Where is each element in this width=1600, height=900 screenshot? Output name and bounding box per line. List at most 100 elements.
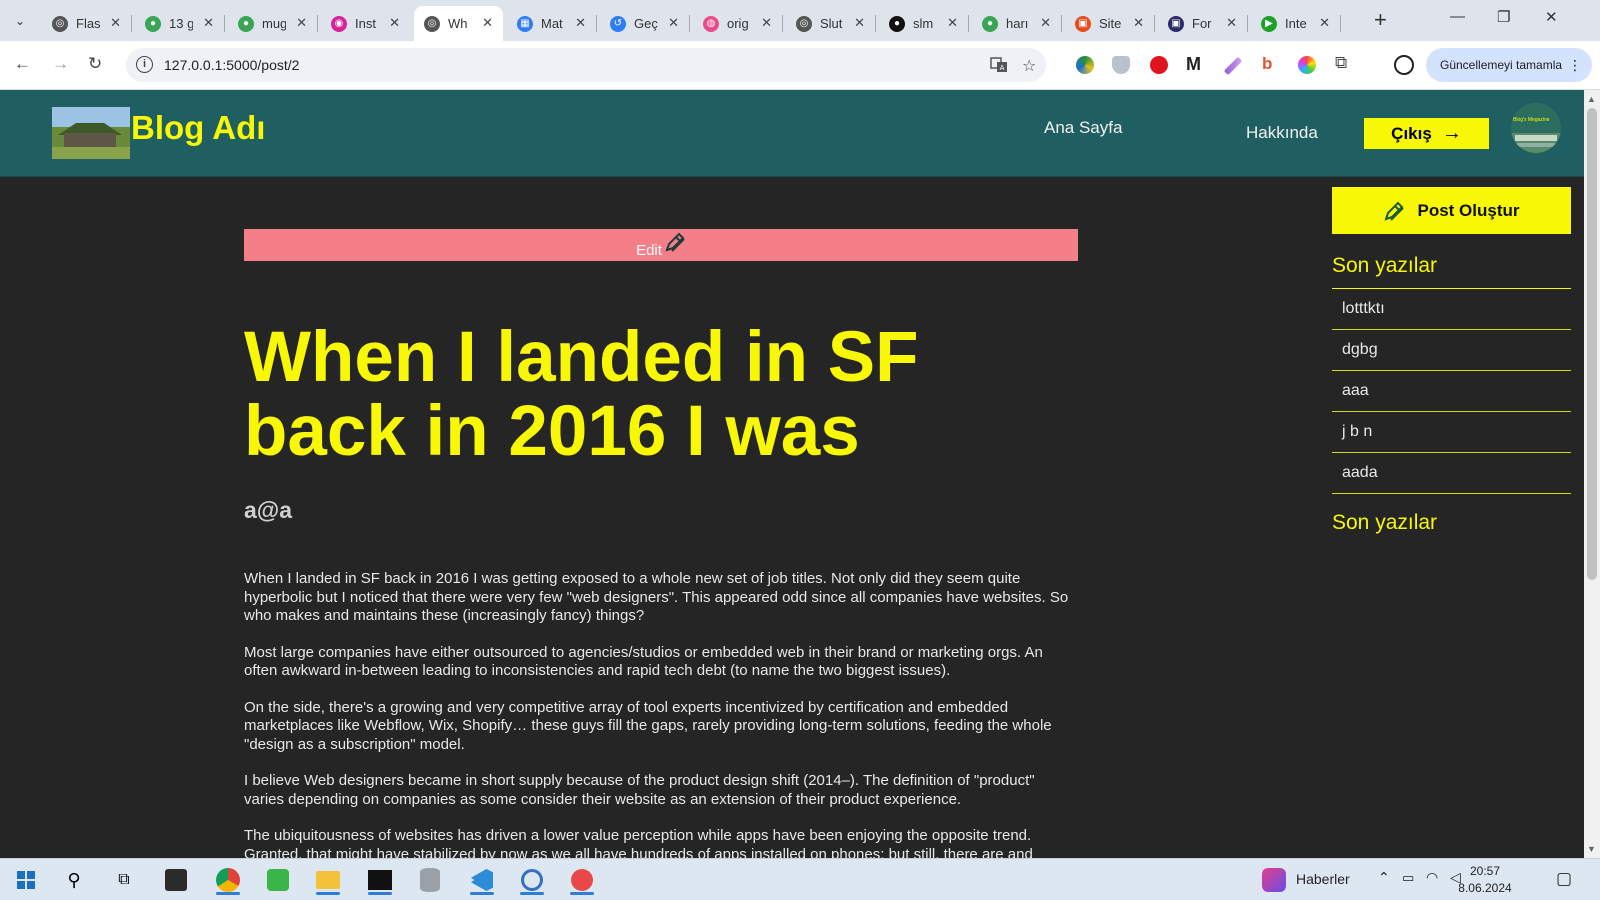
post-paragraph: When I landed in SF back in 2016 I was g… [244, 570, 1069, 624]
nav-link-about[interactable]: Hakkında [1246, 123, 1318, 143]
restore-button[interactable]: ❐ [1497, 8, 1510, 26]
close-tab-icon[interactable]: ✕ [668, 15, 679, 31]
browser-tab[interactable]: ◎ Flas ✕ [42, 6, 132, 41]
extension-b-icon[interactable]: b [1262, 55, 1280, 73]
notifications-icon[interactable]: ▢ [1556, 869, 1572, 889]
recent-post-link[interactable]: lotttktı [1332, 289, 1571, 330]
extension-m-icon[interactable]: M [1186, 55, 1204, 73]
close-tab-icon[interactable]: ✕ [761, 15, 772, 31]
web-app-icon[interactable] [516, 864, 548, 896]
chrome-icon[interactable] [212, 864, 244, 896]
windows-start-icon[interactable] [10, 864, 42, 896]
browser-tab[interactable]: ◉ Inst ✕ [321, 6, 410, 41]
close-tab-icon[interactable]: ✕ [110, 15, 121, 31]
chevron-down-icon: ⌄ [14, 14, 26, 28]
code-editor-icon[interactable] [262, 864, 294, 896]
extension-opera-icon[interactable] [1150, 56, 1168, 74]
paint-icon[interactable] [566, 864, 598, 896]
reload-icon[interactable]: ↻ [88, 54, 102, 74]
close-tab-icon[interactable]: ✕ [482, 15, 493, 31]
avatar[interactable]: Blog's Megazine [1511, 103, 1561, 153]
recent-post-link[interactable]: j b n [1332, 412, 1571, 453]
close-tab-icon[interactable]: ✕ [1133, 15, 1144, 31]
site-info-icon[interactable]: i [136, 56, 153, 73]
profile-icon[interactable] [1394, 55, 1414, 75]
browser-tab[interactable]: ◎ Slut ✕ [786, 6, 876, 41]
tab-favicon-icon: ▦ [517, 15, 533, 32]
search-icon[interactable]: ⚲ [58, 864, 90, 896]
close-tab-icon[interactable]: ✕ [1226, 15, 1237, 31]
edit-label: Edit [636, 242, 662, 259]
scrollbar-thumb[interactable] [1587, 108, 1597, 580]
web-page: Blog Adı Ana Sayfa Hakkında Çıkış → Blog… [0, 90, 1584, 858]
extension-pen-icon[interactable] [1223, 56, 1243, 76]
post-paragraph: The ubiquitousness of websites has drive… [244, 827, 1033, 858]
database-icon[interactable] [414, 864, 446, 896]
nav-link-home[interactable]: Ana Sayfa [1044, 118, 1122, 138]
tab-separator [1061, 15, 1062, 32]
translate-icon[interactable]: A [990, 56, 1008, 79]
bookmark-star-icon[interactable]: ☆ [1022, 56, 1036, 76]
extension-shield-icon[interactable] [1112, 56, 1130, 74]
update-button[interactable]: Güncellemeyi tamamla ⋮ [1426, 48, 1592, 82]
close-tab-icon[interactable]: ✕ [389, 15, 400, 31]
menu-dots-icon[interactable]: ⋮ [1568, 48, 1582, 82]
create-post-button[interactable]: Post Oluştur [1332, 187, 1571, 234]
vscode-icon[interactable] [466, 864, 498, 896]
browser-tab[interactable]: ● slm ✕ [879, 6, 969, 41]
task-view-icon[interactable]: ⧉ [108, 864, 140, 896]
close-tab-icon[interactable]: ✕ [947, 15, 958, 31]
tab-search-button[interactable]: ⌄ [8, 9, 32, 33]
tab-favicon-icon: ◉ [331, 15, 347, 32]
close-tab-icon[interactable]: ✕ [854, 15, 865, 31]
extension-globe-icon[interactable] [1076, 56, 1094, 74]
news-widget-icon[interactable] [1262, 868, 1286, 892]
url-text[interactable]: 127.0.0.1:5000/post/2 [164, 57, 299, 73]
forward-icon[interactable]: → [52, 54, 69, 74]
close-tab-icon[interactable]: ✕ [296, 15, 307, 31]
terminal-icon[interactable] [364, 864, 396, 896]
close-window-button[interactable]: ✕ [1545, 8, 1558, 26]
tab-title: harı [1006, 16, 1029, 31]
tab-title: Wh [448, 16, 468, 31]
wifi-icon[interactable]: ◠ [1426, 869, 1438, 886]
extension-colorful-icon[interactable] [1298, 56, 1316, 74]
clock[interactable]: 20:57 8.06.2024 [1452, 863, 1518, 897]
recent-post-link[interactable]: dgbg [1332, 330, 1571, 371]
browser-tab[interactable]: ● harı ✕ [972, 6, 1062, 41]
browser-tab[interactable]: ▣ For ✕ [1158, 6, 1248, 41]
close-tab-icon[interactable]: ✕ [1319, 15, 1330, 31]
chevron-up-icon[interactable]: ⌃ [1378, 869, 1390, 886]
browser-tab[interactable]: ▦ Mat ✕ [507, 6, 597, 41]
brand-title[interactable]: Blog Adı [131, 109, 265, 147]
browser-tab[interactable]: ◎ Wh ✕ [414, 6, 503, 41]
battery-icon[interactable]: ▭ [1402, 870, 1414, 886]
close-tab-icon[interactable]: ✕ [575, 15, 586, 31]
tab-separator [968, 15, 969, 32]
minimize-button[interactable]: — [1450, 8, 1465, 25]
browser-tab[interactable]: ● 13 g ✕ [135, 6, 225, 41]
edit-button[interactable]: Edit [244, 229, 1078, 261]
close-tab-icon[interactable]: ✕ [1040, 15, 1051, 31]
recent-post-link[interactable]: aada [1332, 453, 1571, 494]
page-scrollbar[interactable]: ▲ ▼ [1584, 90, 1600, 858]
browser-tab[interactable]: ◍ orig ✕ [693, 6, 783, 41]
file-explorer-icon[interactable] [312, 864, 344, 896]
browser-tab[interactable]: ▶ Inte ✕ [1251, 6, 1341, 41]
logo-image[interactable] [52, 107, 130, 159]
browser-tab[interactable]: ↺ Geç ✕ [600, 6, 690, 41]
browser-tab[interactable]: ● mug ✕ [228, 6, 318, 41]
back-icon[interactable]: ← [14, 54, 31, 74]
news-widget-label[interactable]: Haberler [1296, 871, 1350, 887]
close-tab-icon[interactable]: ✕ [203, 15, 214, 31]
address-bar[interactable]: i 127.0.0.1:5000/post/2 A ☆ [126, 48, 1046, 82]
extensions-puzzle-icon[interactable]: ⧉ [1335, 54, 1353, 72]
tab-title: Slut [820, 16, 843, 31]
scroll-down-icon[interactable]: ▼ [1587, 844, 1596, 854]
visual-studio-icon[interactable] [160, 864, 192, 896]
logout-button[interactable]: Çıkış → [1364, 118, 1489, 149]
recent-post-link[interactable]: aaa [1332, 371, 1571, 412]
new-tab-button[interactable]: + [1374, 9, 1387, 31]
browser-tab[interactable]: ▣ Site ✕ [1065, 6, 1155, 41]
scroll-up-icon[interactable]: ▲ [1587, 94, 1596, 104]
